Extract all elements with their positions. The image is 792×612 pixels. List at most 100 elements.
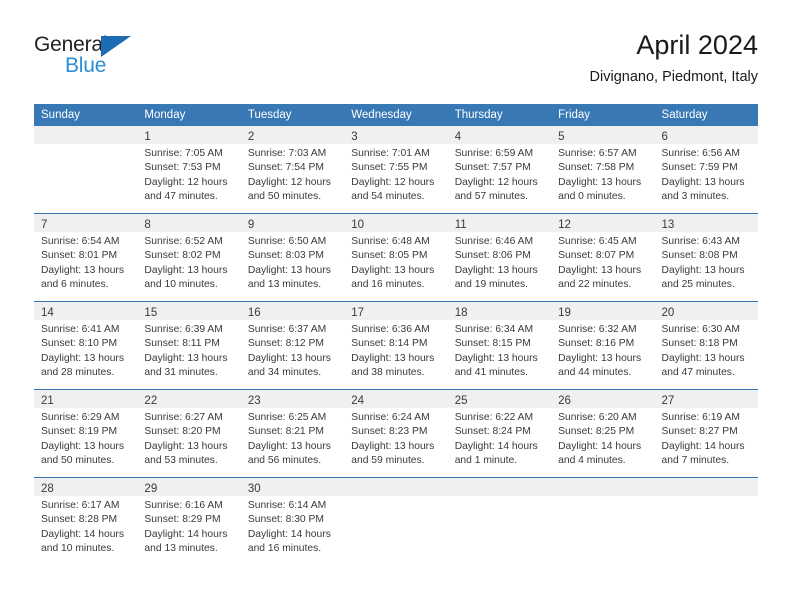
day-number: 25 bbox=[454, 395, 468, 407]
daylight-text-line1: Daylight: 13 hours bbox=[454, 352, 538, 364]
calendar-day-cell[interactable]: 19 Sunrise: 6:32 AM Sunset: 8:16 PM Dayligh… bbox=[551, 302, 655, 389]
calendar-week-row: 14 Sunrise: 6:41 AM Sunset: 8:10 PM Dayligh… bbox=[34, 301, 758, 389]
sunset-text: Sunset: 8:15 PM bbox=[454, 338, 531, 350]
day-number-band: 23 bbox=[240, 390, 345, 408]
calendar-day-cell[interactable]: 4 Sunrise: 6:59 AM Sunset: 7:57 PM Daylight… bbox=[447, 126, 552, 213]
calendar-day-cell[interactable]: 22 Sunrise: 6:27 AM Sunset: 8:20 PM Dayligh… bbox=[137, 390, 241, 477]
day-number-band bbox=[551, 478, 655, 496]
calendar-week-row: 1 Sunrise: 7:05 AM Sunset: 7:53 PM Daylight… bbox=[34, 126, 758, 213]
calendar-day-cell[interactable]: 21 Sunrise: 6:29 AM Sunset: 8:19 PM Dayligh… bbox=[34, 390, 138, 477]
sunrise-text: Sunrise: 6:50 AM bbox=[247, 236, 327, 247]
sunset-text: Sunset: 7:57 PM bbox=[454, 162, 531, 174]
sunrise-text: Sunrise: 6:20 AM bbox=[558, 412, 637, 423]
day-sun-info: Sunrise: 6:36 AM Sunset: 8:14 PM Daylight:… bbox=[344, 320, 447, 380]
calendar-day-cell[interactable]: 15 Sunrise: 6:39 AM Sunset: 8:11 PM Dayligh… bbox=[137, 302, 241, 389]
day-sun-info: Sunrise: 6:46 AM Sunset: 8:06 PM Daylight:… bbox=[448, 232, 551, 292]
daylight-text-line2: and 13 minutes. bbox=[247, 278, 322, 290]
day-number-band: 16 bbox=[240, 302, 345, 320]
daylight-text-line1: Daylight: 12 hours bbox=[351, 176, 435, 188]
sunset-text: Sunset: 8:12 PM bbox=[247, 338, 324, 350]
day-number-band bbox=[654, 478, 758, 496]
calendar-day-cell[interactable]: 1 Sunrise: 7:05 AM Sunset: 7:53 PM Daylight… bbox=[137, 126, 241, 213]
day-number-band: 28 bbox=[34, 478, 138, 496]
sunset-text: Sunset: 7:59 PM bbox=[661, 162, 738, 174]
calendar-day-cell[interactable]: 7 Sunrise: 6:54 AM Sunset: 8:01 PM Daylight… bbox=[34, 214, 138, 301]
daylight-text-line2: and 38 minutes. bbox=[351, 366, 425, 378]
calendar-day-cell[interactable]: 12 Sunrise: 6:45 AM Sunset: 8:07 PM Dayligh… bbox=[551, 214, 655, 301]
calendar-day-cell[interactable]: 16 Sunrise: 6:37 AM Sunset: 8:12 PM Dayligh… bbox=[240, 302, 345, 389]
calendar-day-cell[interactable]: 18 Sunrise: 6:34 AM Sunset: 8:15 PM Dayligh… bbox=[447, 302, 552, 389]
calendar-day-cell-empty bbox=[447, 478, 552, 560]
sunrise-text: Sunrise: 6:22 AM bbox=[454, 412, 534, 423]
day-sun-info: Sunrise: 6:25 AM Sunset: 8:21 PM Daylight:… bbox=[241, 408, 344, 468]
daylight-text-line1: Daylight: 14 hours bbox=[454, 440, 538, 452]
calendar-day-cell[interactable]: 8 Sunrise: 6:52 AM Sunset: 8:02 PM Daylight… bbox=[137, 214, 241, 301]
day-number: 20 bbox=[661, 307, 675, 319]
sunset-text: Sunset: 8:25 PM bbox=[558, 426, 635, 438]
sunset-text: Sunset: 8:07 PM bbox=[558, 250, 635, 262]
day-sun-info: Sunrise: 6:29 AM Sunset: 8:19 PM Daylight:… bbox=[34, 408, 137, 468]
calendar-day-cell[interactable]: 24 Sunrise: 6:24 AM Sunset: 8:23 PM Dayligh… bbox=[344, 390, 448, 477]
sunset-text: Sunset: 7:54 PM bbox=[247, 162, 324, 174]
day-sun-info: Sunrise: 6:19 AM Sunset: 8:27 PM Daylight:… bbox=[655, 408, 758, 468]
sunrise-text: Sunrise: 6:29 AM bbox=[41, 412, 120, 423]
day-number: 18 bbox=[454, 307, 468, 319]
day-sun-info: Sunrise: 6:30 AM Sunset: 8:18 PM Daylight:… bbox=[655, 320, 758, 380]
calendar-day-cell[interactable]: 6 Sunrise: 6:56 AM Sunset: 7:59 PM Daylight… bbox=[654, 126, 758, 213]
calendar-day-cell[interactable]: 5 Sunrise: 6:57 AM Sunset: 7:58 PM Daylight… bbox=[551, 126, 655, 213]
weekday-header-thursday: Thursday bbox=[454, 109, 503, 121]
daylight-text-line2: and 31 minutes. bbox=[144, 366, 218, 378]
calendar-day-cell[interactable]: 29 Sunrise: 6:16 AM Sunset: 8:29 PM Dayligh… bbox=[137, 478, 241, 560]
day-sun-info: Sunrise: 6:14 AM Sunset: 8:30 PM Daylight:… bbox=[241, 496, 344, 556]
day-number: 24 bbox=[351, 395, 365, 407]
daylight-text-line1: Daylight: 13 hours bbox=[351, 352, 435, 364]
general-blue-logo[interactable]: General Blue bbox=[34, 33, 154, 81]
day-number: 28 bbox=[41, 483, 54, 495]
daylight-text-line1: Daylight: 14 hours bbox=[661, 440, 745, 452]
calendar-day-cell[interactable]: 27 Sunrise: 6:19 AM Sunset: 8:27 PM Dayligh… bbox=[654, 390, 758, 477]
calendar-day-cell[interactable]: 2 Sunrise: 7:03 AM Sunset: 7:54 PM Daylight… bbox=[240, 126, 345, 213]
sunrise-text: Sunrise: 7:05 AM bbox=[144, 148, 223, 159]
calendar-day-cell[interactable]: 9 Sunrise: 6:50 AM Sunset: 8:03 PM Daylight… bbox=[240, 214, 345, 301]
calendar-day-cell[interactable]: 17 Sunrise: 6:36 AM Sunset: 8:14 PM Dayligh… bbox=[344, 302, 448, 389]
calendar-day-cell[interactable]: 11 Sunrise: 6:46 AM Sunset: 8:06 PM Dayligh… bbox=[447, 214, 552, 301]
daylight-text-line1: Daylight: 13 hours bbox=[247, 440, 331, 452]
day-number-band: 1 bbox=[137, 126, 241, 144]
day-number: 23 bbox=[247, 395, 261, 407]
calendar-day-cell[interactable]: 10 Sunrise: 6:48 AM Sunset: 8:05 PM Dayligh… bbox=[344, 214, 448, 301]
day-number: 19 bbox=[558, 307, 571, 319]
daylight-text-line2: and 19 minutes. bbox=[454, 278, 528, 290]
day-sun-info: Sunrise: 6:48 AM Sunset: 8:05 PM Daylight:… bbox=[344, 232, 447, 292]
daylight-text-line2: and 47 minutes. bbox=[661, 366, 735, 378]
calendar-day-cell[interactable]: 30 Sunrise: 6:14 AM Sunset: 8:30 PM Dayligh… bbox=[240, 478, 345, 560]
calendar-day-cell[interactable]: 28 Sunrise: 6:17 AM Sunset: 8:28 PM Dayligh… bbox=[34, 478, 138, 560]
calendar-day-cell[interactable]: 23 Sunrise: 6:25 AM Sunset: 8:21 PM Dayligh… bbox=[240, 390, 345, 477]
sunrise-text: Sunrise: 6:54 AM bbox=[41, 236, 120, 247]
daylight-text-line2: and 50 minutes. bbox=[247, 190, 322, 202]
sunrise-text: Sunrise: 7:01 AM bbox=[351, 148, 430, 159]
daylight-text-line1: Daylight: 13 hours bbox=[247, 352, 331, 364]
weekday-header-friday: Friday bbox=[558, 109, 591, 121]
sunset-text: Sunset: 8:27 PM bbox=[661, 426, 738, 438]
calendar-day-cell[interactable]: 25 Sunrise: 6:22 AM Sunset: 8:24 PM Dayligh… bbox=[447, 390, 552, 477]
calendar-day-cell[interactable]: 26 Sunrise: 6:20 AM Sunset: 8:25 PM Dayligh… bbox=[551, 390, 655, 477]
sunset-text: Sunset: 8:10 PM bbox=[41, 338, 118, 350]
calendar-day-cell[interactable]: 20 Sunrise: 6:30 AM Sunset: 8:18 PM Dayligh… bbox=[654, 302, 758, 389]
calendar-day-cell[interactable]: 3 Sunrise: 7:01 AM Sunset: 7:55 PM Daylight… bbox=[344, 126, 448, 213]
sunrise-text: Sunrise: 6:39 AM bbox=[144, 324, 223, 335]
daylight-text-line2: and 34 minutes. bbox=[247, 366, 322, 378]
day-number: 5 bbox=[558, 131, 565, 143]
day-number-band: 5 bbox=[551, 126, 655, 144]
day-number: 11 bbox=[454, 219, 467, 231]
calendar-day-cell[interactable]: 14 Sunrise: 6:41 AM Sunset: 8:10 PM Dayligh… bbox=[34, 302, 138, 389]
sunset-text: Sunset: 8:18 PM bbox=[661, 338, 738, 350]
day-number-band: 29 bbox=[137, 478, 241, 496]
calendar-day-cell[interactable]: 13 Sunrise: 6:43 AM Sunset: 8:08 PM Dayligh… bbox=[654, 214, 758, 301]
day-number: 1 bbox=[144, 131, 151, 143]
sunrise-text: Sunrise: 6:24 AM bbox=[351, 412, 430, 423]
daylight-text-line2: and 28 minutes. bbox=[41, 366, 115, 378]
daylight-text-line2: and 41 minutes. bbox=[454, 366, 528, 378]
sunset-text: Sunset: 8:29 PM bbox=[144, 514, 221, 526]
page-title: April 2024 bbox=[636, 30, 758, 60]
day-number-band: 14 bbox=[34, 302, 138, 320]
